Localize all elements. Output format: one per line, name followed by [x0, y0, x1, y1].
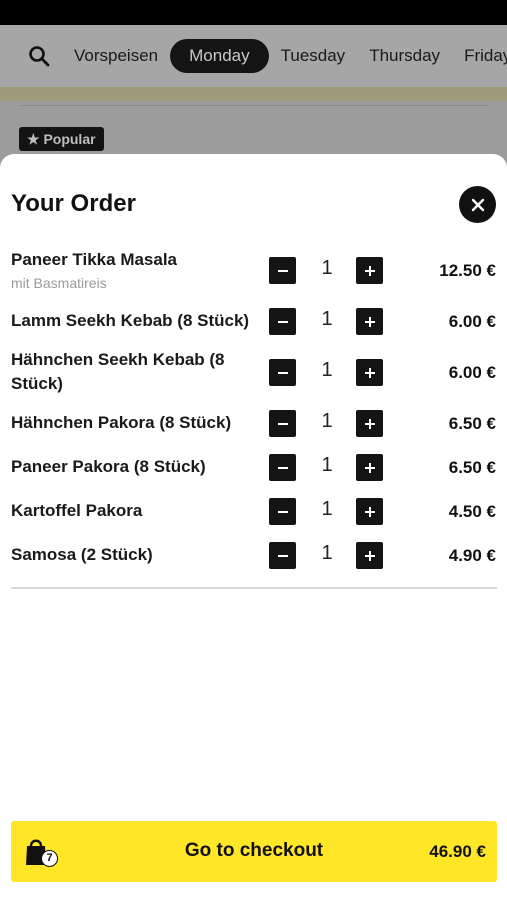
category-tab-monday[interactable]: Monday — [170, 39, 269, 73]
category-tab-tuesday[interactable]: Tuesday — [269, 39, 358, 73]
item-quantity: 1 — [321, 359, 333, 381]
decrease-quantity-button[interactable] — [269, 308, 296, 335]
item-quantity: 1 — [321, 410, 333, 432]
order-item-name: Kartoffel Pakora — [11, 501, 143, 520]
background-strip — [0, 87, 507, 101]
minus-icon — [277, 466, 288, 469]
order-item-name: Paneer Tikka Masala — [11, 250, 178, 269]
item-price: 12.50 € — [439, 261, 496, 280]
close-button[interactable] — [459, 186, 496, 223]
increase-quantity-button[interactable] — [356, 257, 383, 284]
order-item-name: Paneer Pakora (8 Stück) — [11, 457, 206, 476]
background-divider — [20, 105, 488, 106]
order-item-name: Lamm Seekh Kebab (8 Stück) — [11, 311, 250, 330]
status-bar — [0, 0, 507, 25]
checkout-total: 46.90 € — [429, 842, 486, 861]
plus-icon — [364, 462, 375, 473]
plus-icon — [364, 418, 375, 429]
minus-icon — [277, 320, 288, 323]
decrease-quantity-button[interactable] — [269, 257, 296, 284]
increase-quantity-button[interactable] — [356, 308, 383, 335]
decrease-quantity-button[interactable] — [269, 542, 296, 569]
plus-icon — [364, 265, 375, 276]
item-price: 4.90 € — [448, 546, 496, 565]
item-quantity: 1 — [321, 454, 333, 476]
increase-quantity-button[interactable] — [356, 454, 383, 481]
minus-icon — [277, 422, 288, 425]
increase-quantity-button[interactable] — [356, 359, 383, 386]
decrease-quantity-button[interactable] — [269, 359, 296, 386]
category-tab-friday[interactable]: Friday — [452, 39, 507, 73]
item-price: 6.00 € — [448, 363, 496, 382]
minus-icon — [277, 269, 288, 272]
minus-icon — [277, 371, 288, 374]
decrease-quantity-button[interactable] — [269, 498, 296, 525]
item-quantity: 1 — [321, 542, 333, 564]
decrease-quantity-button[interactable] — [269, 410, 296, 437]
increase-quantity-button[interactable] — [356, 410, 383, 437]
item-quantity: 1 — [321, 308, 333, 330]
minus-icon — [277, 554, 288, 557]
popular-badge: ★ Popular — [19, 127, 104, 151]
item-price: 6.00 € — [448, 312, 496, 331]
order-sheet: Your Order Paneer Tikka Masala mit Basma… — [0, 154, 507, 900]
search-icon[interactable] — [28, 43, 50, 69]
order-item-name: Hähnchen Seekh Kebab (8 Stück) — [11, 350, 225, 393]
increase-quantity-button[interactable] — [356, 498, 383, 525]
item-price: 4.50 € — [448, 502, 496, 521]
plus-icon — [364, 506, 375, 517]
item-price: 6.50 € — [448, 414, 496, 433]
order-item-subtitle: mit Basmatireis — [11, 275, 107, 291]
close-icon — [471, 198, 484, 211]
plus-icon — [364, 316, 375, 327]
order-item-name: Hähnchen Pakora (8 Stück) — [11, 413, 232, 432]
order-divider — [11, 587, 497, 589]
category-tab-vorspeisen[interactable]: Vorspeisen — [62, 39, 170, 73]
category-tab-thursday[interactable]: Thursday — [357, 39, 452, 73]
checkout-button[interactable]: 7 Go to checkout 46.90 € — [11, 821, 497, 882]
order-title: Your Order — [11, 190, 136, 217]
checkout-label: Go to checkout — [184, 840, 324, 861]
minus-icon — [277, 510, 288, 513]
increase-quantity-button[interactable] — [356, 542, 383, 569]
item-price: 6.50 € — [448, 458, 496, 477]
plus-icon — [364, 550, 375, 561]
item-quantity: 1 — [321, 257, 333, 279]
order-item-name: Samosa (2 Stück) — [11, 545, 153, 564]
item-quantity: 1 — [321, 498, 333, 520]
decrease-quantity-button[interactable] — [269, 454, 296, 481]
category-bar: Vorspeisen Monday Tuesday Thursday Frida… — [0, 25, 507, 87]
plus-icon — [364, 367, 375, 378]
